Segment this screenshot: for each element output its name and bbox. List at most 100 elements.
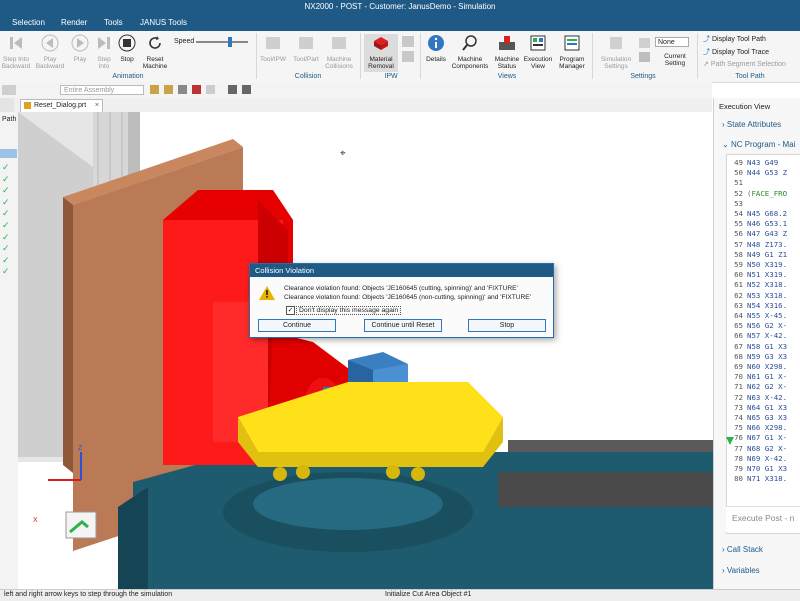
dont-display-checkbox[interactable]: ✓ xyxy=(286,306,295,315)
nc-line-text[interactable]: N53 X318. xyxy=(747,291,787,300)
play-button[interactable]: Play xyxy=(67,34,93,63)
graphics-viewport[interactable]: Z X ⌖ xyxy=(18,112,713,589)
machine-scene xyxy=(18,112,713,589)
close-tab-icon[interactable]: × xyxy=(95,100,99,112)
step-into-label: Step Into xyxy=(97,56,111,70)
menu-selection[interactable]: Selection xyxy=(12,18,45,27)
continue-button[interactable]: Continue xyxy=(258,319,336,332)
nc-line-text[interactable]: N63 X-42. xyxy=(747,393,787,402)
segment-icon: ↗ xyxy=(703,61,709,68)
tool-part-button[interactable]: Tool/Part xyxy=(292,34,320,63)
nc-line-number: 49 xyxy=(734,158,743,167)
nc-line-text[interactable]: N57 X-42. xyxy=(747,331,787,340)
tab-reset-dialog[interactable]: Reset_Dialog.prt × xyxy=(20,99,103,112)
display-tool-path-button[interactable]: ⤴ Display Tool Path xyxy=(703,34,766,44)
nc-line-number: 70 xyxy=(734,372,743,382)
execute-post-field[interactable]: Execute Post - n xyxy=(726,506,800,532)
assembly-select[interactable]: Entire Assembly xyxy=(60,85,144,95)
setting-select[interactable]: None xyxy=(655,37,689,47)
selection-filter-icons[interactable] xyxy=(150,84,260,96)
simulation-settings-button[interactable]: Simulation Settings xyxy=(596,34,636,70)
stop-dialog-button[interactable]: Stop xyxy=(468,319,546,332)
machine-collisions-button[interactable]: Machine Collisions xyxy=(322,34,356,70)
nc-line-text[interactable]: N45 G68.2 xyxy=(747,209,787,218)
nc-line-text[interactable]: N65 G3 X3 xyxy=(747,413,787,422)
nc-line-text[interactable]: N51 X319. xyxy=(747,270,787,279)
step-backward-icon xyxy=(10,37,22,49)
window-title: NX2000 - POST - Customer: JanusDemo - Si… xyxy=(304,2,496,11)
nc-line-text[interactable]: N54 X316. xyxy=(747,301,787,310)
play-backward-button[interactable]: Play Backward xyxy=(35,34,65,70)
state-attributes-label: State Attributes xyxy=(726,120,782,129)
step-into-button[interactable]: Step Into xyxy=(92,34,116,70)
selected-row[interactable] xyxy=(0,149,17,158)
variables-section[interactable]: › Variables xyxy=(722,566,760,575)
nc-line-text[interactable]: N68 G2 X- xyxy=(747,444,787,453)
state-attributes-section[interactable]: › State Attributes xyxy=(722,120,781,129)
nc-line-text[interactable]: N52 X318. xyxy=(747,280,787,289)
settings-small-icons[interactable] xyxy=(638,37,652,65)
nc-line-text[interactable]: N64 G1 X3 xyxy=(747,403,787,412)
tool-path-icon: ⤴ xyxy=(703,36,710,43)
nc-line-text[interactable]: (FACE_FRO xyxy=(747,189,787,198)
nc-line-text[interactable]: N61 G1 X- xyxy=(747,372,787,381)
stop-button[interactable]: Stop xyxy=(116,34,138,63)
nc-line-text[interactable]: N49 G1 Z1 xyxy=(747,250,787,259)
details-button[interactable]: Details xyxy=(422,34,450,63)
nc-line-text[interactable]: N58 G1 X3 xyxy=(747,342,787,351)
nc-line-text[interactable]: N66 X298. xyxy=(747,423,787,432)
nc-line-text[interactable]: N48 Z173. xyxy=(747,240,787,249)
path-segment-selection-button[interactable]: ↗ Path Segment Selection xyxy=(703,60,786,68)
machine-components-button[interactable]: Machine Components xyxy=(450,34,490,70)
step-into-backward-button[interactable]: Step Into Backward xyxy=(1,34,31,70)
ipw-extra-icons[interactable] xyxy=(400,35,416,65)
program-manager-button[interactable]: Program Manager xyxy=(555,34,589,70)
nc-code-listing[interactable]: 49 N43 G49 50 N44 G53 Z 51 52 (FACE_FRO 53 54 N45… xyxy=(726,154,800,534)
speed-slider-thumb[interactable] xyxy=(228,37,232,47)
nc-line-number: 53 xyxy=(734,198,743,208)
nc-line-text[interactable]: N43 G49 xyxy=(747,158,778,167)
execution-view-button[interactable]: Execution View xyxy=(522,34,554,70)
execution-view-label: Execution View xyxy=(523,56,553,70)
menu-icon[interactable] xyxy=(2,85,16,95)
menu-tools[interactable]: Tools xyxy=(104,18,123,27)
nc-line-text[interactable]: N44 G53 Z xyxy=(747,168,787,177)
nc-line-text[interactable]: N47 G43 Z xyxy=(747,229,787,238)
nc-line-text[interactable]: N55 X-45. xyxy=(747,311,787,320)
nc-line-text[interactable]: N60 X298. xyxy=(747,362,787,371)
violation-message-1: Clearance violation found: Objects 'JE16… xyxy=(284,285,518,292)
call-stack-section[interactable]: › Call Stack xyxy=(722,545,763,554)
machine-status-icon xyxy=(499,36,515,50)
menu-janus-tools[interactable]: JANUS Tools xyxy=(140,18,187,27)
nc-line-text[interactable]: N59 G3 X3 xyxy=(747,352,787,361)
warning-icon xyxy=(259,286,275,300)
nc-line-text[interactable]: N46 G53.1 xyxy=(747,219,787,228)
speed-slider[interactable] xyxy=(196,37,248,47)
nc-line-text[interactable]: N70 G1 X3 xyxy=(747,464,787,473)
menu-render[interactable]: Render xyxy=(61,18,87,27)
current-line-marker-icon xyxy=(726,437,734,445)
nc-line-text[interactable]: N62 G2 X- xyxy=(747,382,787,391)
nc-line-text[interactable]: N50 X319. xyxy=(747,260,787,269)
nc-line-text[interactable]: N71 X318. xyxy=(747,474,787,483)
reset-machine-button[interactable]: Reset Machine xyxy=(140,34,170,70)
machine-status-button[interactable]: Machine Status xyxy=(492,34,522,70)
nc-line-text[interactable]: N67 G1 X- xyxy=(747,433,787,442)
display-tool-trace-button[interactable]: ⤴ Display Tool Trace xyxy=(703,47,769,57)
material-removal-button[interactable]: Material Removal xyxy=(364,34,398,72)
chevron-right-icon: › xyxy=(722,566,725,575)
tool-ipw-label: Tool/IPW xyxy=(260,56,287,63)
variables-label: Variables xyxy=(726,566,760,575)
nc-line-number: 50 xyxy=(734,168,743,178)
panel-toggle[interactable] xyxy=(0,98,14,112)
tool-trace-icon: ⤴ xyxy=(703,49,710,56)
dont-display-label[interactable]: Don't display this message again xyxy=(296,306,402,315)
nc-line-text[interactable]: N69 X-42. xyxy=(747,454,787,463)
nc-program-section[interactable]: ⌄ NC Program - Mai xyxy=(722,140,795,149)
nc-line-number: 69 xyxy=(734,362,743,371)
current-setting-button[interactable]: Current Setting xyxy=(658,53,692,67)
nc-line-text[interactable]: N56 G2 X- xyxy=(747,321,787,330)
continue-until-reset-button[interactable]: Continue until Reset xyxy=(364,319,442,332)
display-tool-trace-label: Display Tool Trace xyxy=(711,49,770,56)
tool-ipw-button[interactable]: Tool/IPW xyxy=(260,34,286,63)
